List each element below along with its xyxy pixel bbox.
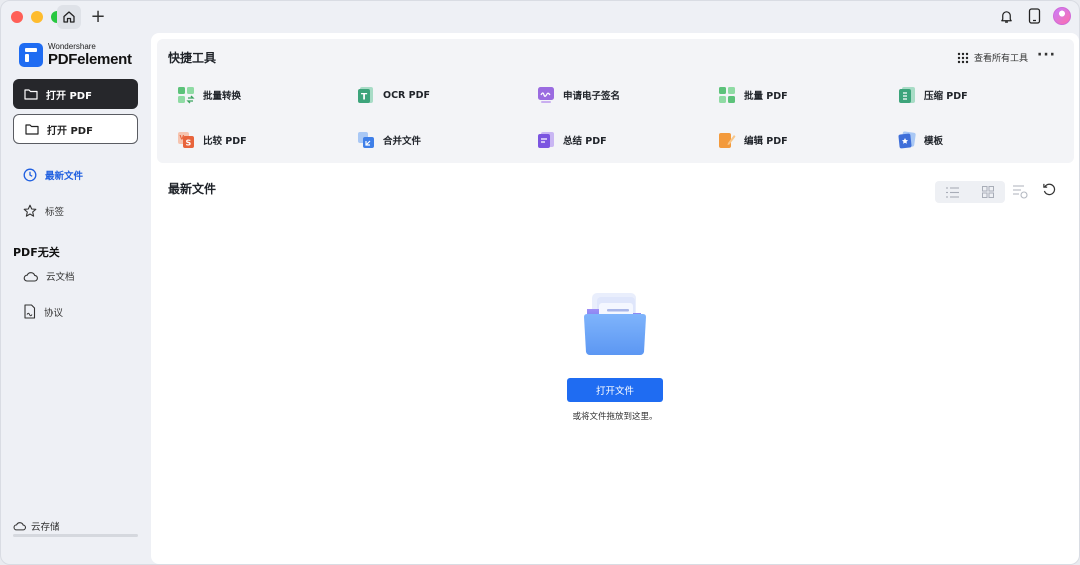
view-all-tools-button[interactable]: 查看所有工具 xyxy=(957,51,1028,64)
brand-product: PDFelement xyxy=(48,51,132,68)
empty-folder-illustration xyxy=(583,291,647,357)
svg-text:T: T xyxy=(361,93,368,103)
svg-text:V: V xyxy=(180,135,185,142)
document-sign-icon xyxy=(24,304,36,319)
compare-icon: SV xyxy=(177,131,195,149)
batch-convert-icon xyxy=(177,86,195,104)
tool-label: 总结 PDF xyxy=(563,136,607,147)
folder-icon xyxy=(25,124,39,135)
sidebar-item-agreements[interactable]: 协议 xyxy=(23,304,63,319)
drop-hint-text: 或将文件拖放到这里。 xyxy=(572,412,658,422)
new-tab-button[interactable]: + xyxy=(89,5,107,29)
tool-label: 批量 PDF xyxy=(744,91,788,102)
cloud-storage[interactable]: 云存储 xyxy=(13,519,60,533)
tool-label: OCR PDF xyxy=(383,89,431,101)
edit-icon xyxy=(718,131,736,149)
bell-icon[interactable] xyxy=(997,7,1015,25)
filter-icon[interactable] xyxy=(1012,183,1028,199)
brand-logo: Wondershare PDFelement xyxy=(19,43,132,67)
summarize-icon xyxy=(537,131,555,149)
cloud-icon xyxy=(13,522,26,531)
open-file-button[interactable]: 打开文件 xyxy=(567,378,663,402)
tool-esign[interactable]: 申请电子签名 xyxy=(537,86,620,104)
list-view-icon xyxy=(946,186,959,198)
recent-files-title: 最新文件 xyxy=(168,182,217,196)
folder-icon xyxy=(24,89,38,100)
tool-templates[interactable]: 模板 xyxy=(898,131,943,149)
close-window-button[interactable] xyxy=(11,11,23,23)
tablet-icon[interactable] xyxy=(1025,7,1043,25)
sidebar-item-tags[interactable]: 标签 xyxy=(23,204,64,218)
cloud-storage-label: 云存储 xyxy=(31,522,60,533)
avatar[interactable] xyxy=(1053,7,1071,25)
tool-label: 批量转换 xyxy=(203,91,242,102)
esign-icon xyxy=(537,86,555,104)
merge-icon xyxy=(357,131,375,149)
sidebar-item-recent[interactable]: 最新文件 xyxy=(23,168,83,182)
grid-view-icon xyxy=(981,186,994,198)
tab-home[interactable] xyxy=(57,5,81,29)
more-options-icon[interactable]: ··· xyxy=(1037,47,1056,63)
view-mode-toggle xyxy=(935,181,1005,203)
star-icon xyxy=(23,204,37,217)
title-bar: + xyxy=(1,1,1079,33)
tool-summarize-pdf[interactable]: 总结 PDF xyxy=(537,131,607,149)
tool-label: 比较 PDF xyxy=(203,136,247,147)
top-right-controls xyxy=(997,7,1071,25)
clock-icon xyxy=(23,168,37,182)
tool-compress-pdf[interactable]: 压缩 PDF xyxy=(898,86,968,104)
main-content: 快捷工具 查看所有工具 ··· 批量转换 T OCR PDF 申请电子签名 批量… xyxy=(151,33,1079,564)
tool-label: 合并文件 xyxy=(383,136,422,147)
open-pdf-primary-label: 打开 PDF xyxy=(46,90,92,102)
tool-edit-pdf[interactable]: 编辑 PDF xyxy=(718,131,788,149)
refresh-icon[interactable] xyxy=(1042,182,1058,198)
tool-ocr-pdf[interactable]: T OCR PDF xyxy=(357,86,430,104)
tool-label: 申请电子签名 xyxy=(563,91,621,102)
svg-text:S: S xyxy=(186,139,192,148)
sidebar: Wondershare PDFelement 打开 PDF 打开 PDF 最新文… xyxy=(1,33,149,564)
list-view-button[interactable] xyxy=(935,181,970,203)
grid-view-button[interactable] xyxy=(970,181,1005,203)
window-controls xyxy=(11,11,63,23)
template-icon xyxy=(898,131,916,149)
grid-dots-icon xyxy=(957,52,969,63)
open-pdf-primary-button[interactable]: 打开 PDF xyxy=(13,79,138,109)
tool-merge-files[interactable]: 合并文件 xyxy=(357,131,421,149)
storage-usage-bar xyxy=(13,534,138,537)
ocr-icon: T xyxy=(357,86,375,104)
batch-pdf-icon xyxy=(718,86,736,104)
brand-company: Wondershare xyxy=(48,42,96,51)
tool-label: 模板 xyxy=(924,136,944,147)
view-all-label: 查看所有工具 xyxy=(973,54,1028,64)
quick-tools-title: 快捷工具 xyxy=(168,51,217,65)
tool-compare-pdf[interactable]: SV 比较 PDF xyxy=(177,131,247,149)
sidebar-item-label: 协议 xyxy=(44,307,64,319)
open-pdf-secondary-label: 打开 PDF xyxy=(47,125,93,137)
compress-icon xyxy=(898,86,916,104)
section-title: PDF无关 xyxy=(13,246,60,259)
pdfelement-logo-icon xyxy=(19,43,43,67)
open-pdf-secondary-button[interactable]: 打开 PDF xyxy=(13,114,138,144)
home-icon xyxy=(63,11,75,23)
cloud-icon xyxy=(23,271,38,282)
sidebar-item-label: 标签 xyxy=(45,207,65,218)
sidebar-item-cloud-docs[interactable]: 云文档 xyxy=(23,269,75,283)
sidebar-item-label: 云文档 xyxy=(46,272,75,283)
minimize-window-button[interactable] xyxy=(31,11,43,23)
tool-label: 压缩 PDF xyxy=(924,91,968,102)
quick-tools-panel: 快捷工具 查看所有工具 ··· 批量转换 T OCR PDF 申请电子签名 批量… xyxy=(157,39,1074,163)
sidebar-item-label: 最新文件 xyxy=(45,171,84,182)
tool-batch-convert[interactable]: 批量转换 xyxy=(177,86,241,104)
app-window: + Wondershare PDFelement 打开 PDF 打开 PDF 最… xyxy=(0,0,1080,565)
tool-batch-pdf[interactable]: 批量 PDF xyxy=(718,86,788,104)
tool-label: 编辑 PDF xyxy=(744,136,788,147)
